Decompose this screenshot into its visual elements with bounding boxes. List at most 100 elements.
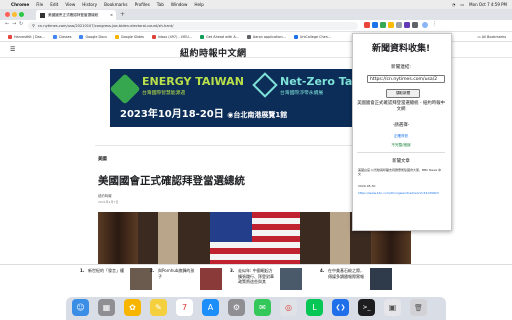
forward-arrow-icon[interactable]: →: [12, 21, 16, 27]
hamburger-menu-icon[interactable]: ☰: [10, 46, 15, 53]
tab-title: 美國國會正式確認拜登當選總統: [48, 12, 99, 17]
section-label[interactable]: 美國: [98, 156, 107, 162]
rec-title[interactable]: 在中美基石較之際，傳媒多讀國報際實報: [328, 268, 366, 279]
rec-thumbnail[interactable]: [280, 268, 302, 290]
ad-subtitle-1: 台灣國際智慧能源週: [142, 91, 186, 96]
bookmark-item[interactable]: Inbox (497) - LYEU...: [151, 34, 192, 39]
netzero-logo-icon: [252, 72, 278, 98]
notes-icon[interactable]: ✎: [150, 299, 167, 316]
extension-icon[interactable]: [388, 22, 394, 28]
profile-avatar[interactable]: [422, 22, 428, 28]
menu-help[interactable]: Help: [194, 2, 204, 7]
bookmark-favicon-icon: [246, 34, 251, 39]
us-flag-union: [210, 212, 252, 242]
url-text[interactable]: cn.nytimes.com/usa/20210107/congress-joe…: [38, 24, 174, 28]
extension-icon[interactable]: [404, 22, 410, 28]
fetch-news-button[interactable]: 擷取新聞: [386, 89, 420, 98]
menu-tab[interactable]: Tab: [157, 2, 164, 7]
preview-icon[interactable]: ▣: [384, 299, 401, 316]
rec-number: 4.: [320, 268, 325, 273]
menu-app-name[interactable]: Chrome: [11, 2, 29, 7]
messages-icon[interactable]: ✉: [254, 299, 271, 316]
launchpad-icon[interactable]: ▦: [98, 299, 115, 316]
extension-icon[interactable]: [396, 22, 402, 28]
bookmark-item[interactable]: Google Docs: [79, 34, 107, 39]
rec-thumbnail[interactable]: [130, 268, 152, 290]
news-article-date: 2020-05-30: [358, 184, 376, 188]
bookmark-label: HarvestKit | Das...: [14, 34, 45, 39]
article-headline: 美國國會正式確認拜登當選總統: [98, 175, 245, 187]
minimize-window-button[interactable]: [12, 12, 17, 17]
menu-view[interactable]: View: [65, 2, 75, 7]
menu-profiles[interactable]: Profiles: [135, 2, 150, 7]
option-correct[interactable]: 正確資訊: [352, 134, 450, 139]
article-byline: 紐約時報: [98, 194, 112, 198]
bookmark-label: Get Ahead with A...: [206, 34, 239, 39]
menu-edit[interactable]: Edit: [50, 2, 58, 7]
select-prompt-label: -請選擇-: [392, 123, 410, 128]
address-bar[interactable]: ⚲ cn.nytimes.com/usa/20210107/congress-j…: [28, 21, 358, 30]
reload-icon[interactable]: ↻: [19, 21, 23, 27]
rec-thumbnail[interactable]: [200, 268, 222, 290]
nyt-favicon-icon: [40, 12, 45, 18]
rec-title[interactable]: 與Pornhub旗鋒的孩子: [158, 268, 196, 279]
terminal-icon[interactable]: >_: [358, 299, 375, 316]
bookmark-item[interactable]: Get Ahead with A...: [200, 34, 239, 39]
browser-tab[interactable]: 美國國會正式確認拜登當選總統 ×: [36, 10, 116, 20]
site-info-icon[interactable]: ⚲: [32, 23, 35, 28]
news-article-label: 新聞文章: [392, 159, 410, 164]
rec-thumbnail[interactable]: [370, 268, 392, 290]
wifi-icon[interactable]: ◔: [452, 2, 456, 7]
extension-popup: [352, 33, 452, 231]
bookmark-item[interactable]: Aaron application...: [246, 34, 286, 39]
extension-icon[interactable]: [364, 22, 370, 28]
back-arrow-icon[interactable]: ←: [5, 21, 9, 27]
zoom-window-button[interactable]: [19, 12, 24, 17]
popup-title: 新聞資料收集!: [371, 44, 431, 54]
bookmark-favicon-icon: [151, 34, 156, 39]
news-article-text: 美國白宮:川普動員呼籲支持群眾衝擊國會大廈，BBC News 中文: [358, 168, 442, 177]
menu-window[interactable]: Window: [171, 2, 188, 7]
bookmark-item[interactable]: Classes: [52, 34, 71, 39]
menu-history[interactable]: History: [82, 2, 97, 7]
ad-subtitle-2: 台灣國際淨零永續展: [280, 91, 324, 96]
bookmark-item[interactable]: UniCollege Chen...: [293, 34, 331, 39]
option-incorrect[interactable]: 不完整/錯誤: [352, 143, 450, 148]
extension-icon[interactable]: [380, 22, 386, 28]
bookmark-item[interactable]: Google Slides: [114, 34, 144, 39]
article-date: 2021年1月7日: [98, 200, 119, 204]
battery-icon[interactable]: ▭: [460, 2, 464, 7]
bookmark-favicon-icon: [79, 34, 84, 39]
rec-title[interactable]: 走似年: 中國崛起方擴張踐行、拜登對華政策將這些與其: [238, 268, 276, 285]
finder-icon[interactable]: ☺: [72, 299, 89, 316]
ad-venue: 台北南港展覽1館: [233, 111, 288, 119]
new-tab-button[interactable]: +: [120, 11, 125, 18]
calendar-icon[interactable]: 7: [176, 299, 193, 316]
bookmark-favicon-icon: [114, 34, 119, 39]
bookmark-label: Google Docs: [85, 34, 107, 39]
app-store-icon[interactable]: A: [202, 299, 219, 316]
rec-title[interactable]: 新世紀的「發言」權: [88, 268, 126, 274]
menu-clock[interactable]: Mon Oct 7 4:59 PM: [469, 2, 507, 7]
site-logo[interactable]: 紐約時報中文網: [180, 46, 247, 59]
recommendation-item[interactable]: 4. 在中美基石較之際，傳媒多讀國報際實報: [320, 268, 445, 294]
extensions-puzzle-icon[interactable]: [412, 22, 418, 28]
news-link-input[interactable]: https://cn.nytimes.com/usa/2: [367, 75, 445, 83]
menu-bookmarks[interactable]: Bookmarks: [104, 2, 127, 7]
tab-close-icon[interactable]: ×: [110, 13, 113, 17]
bookmark-label: Aaron application...: [252, 34, 286, 39]
menu-file[interactable]: File: [36, 2, 43, 7]
system-settings-icon[interactable]: ⚙: [228, 299, 245, 316]
chrome-menu-icon[interactable]: ⋮: [432, 21, 437, 27]
trash-icon[interactable]: 🗑: [410, 299, 427, 316]
photos-icon[interactable]: ✿: [124, 299, 141, 316]
vscode-icon[interactable]: ❮❯: [332, 299, 349, 316]
bookmark-item[interactable]: HarvestKit | Das...: [8, 34, 45, 39]
all-bookmarks-button[interactable]: ▭ All Bookmarks: [477, 32, 506, 41]
news-description: 美國國會正式確認拜登當選總統 - 紐約時報中文網: [357, 101, 445, 112]
extension-icon[interactable]: [372, 22, 378, 28]
news-article-link[interactable]: https://www.bbc.com/zhongwen/trad/world-…: [358, 191, 444, 195]
close-window-button[interactable]: [5, 12, 10, 17]
line-icon[interactable]: L: [306, 299, 323, 316]
chrome-icon[interactable]: ◎: [280, 299, 297, 316]
